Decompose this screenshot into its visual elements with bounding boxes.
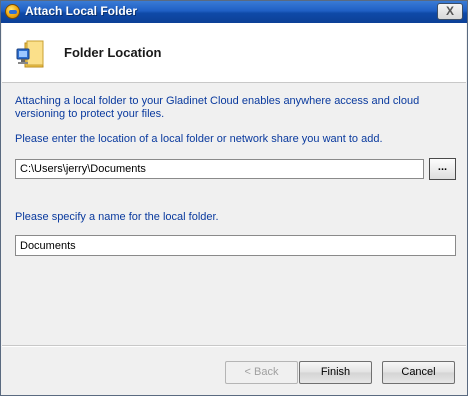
location-prompt: Please enter the location of a local fol…: [15, 133, 383, 145]
close-button[interactable]: X: [437, 3, 463, 20]
browse-button[interactable]: ...: [429, 158, 456, 180]
finish-button[interactable]: Finish: [299, 361, 372, 384]
back-button[interactable]: < Back: [225, 361, 298, 384]
window-title: Attach Local Folder: [25, 4, 138, 18]
page-title: Folder Location: [64, 45, 162, 60]
footer-divider: [2, 345, 466, 347]
intro-text: Attaching a local folder to your Gladine…: [15, 95, 420, 120]
name-prompt: Please specify a name for the local fold…: [15, 211, 219, 223]
folder-name-input[interactable]: [15, 235, 456, 256]
wizard-header: Folder Location: [2, 23, 466, 83]
cancel-button[interactable]: Cancel: [382, 361, 455, 384]
attach-local-folder-dialog: Attach Local Folder X Folder Location At…: [0, 0, 468, 396]
folder-computer-icon: [16, 40, 44, 68]
folder-path-input[interactable]: [15, 159, 424, 179]
app-globe-icon: [5, 4, 20, 19]
title-bar[interactable]: Attach Local Folder X: [1, 1, 467, 23]
